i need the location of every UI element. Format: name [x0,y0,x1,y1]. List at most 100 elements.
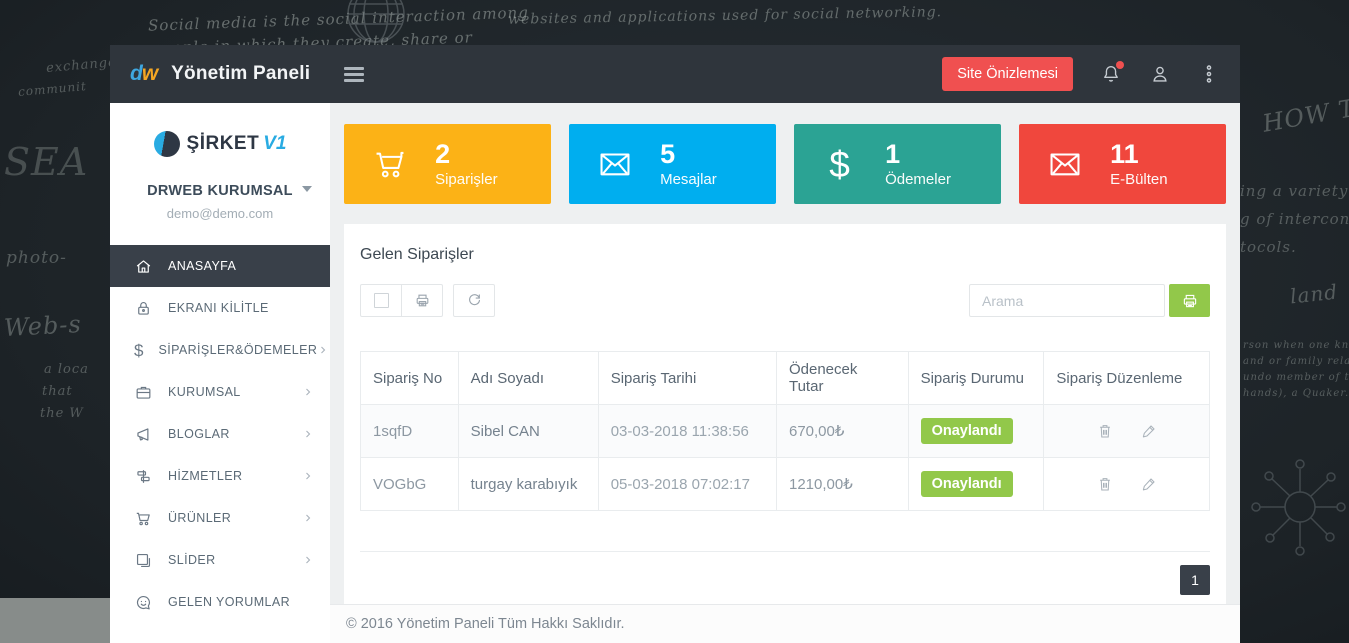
chalk-text: rson when one knows [1243,340,1349,351]
notifications-bell-icon[interactable] [1100,63,1122,85]
layers-icon [134,551,153,570]
chalk-text: that [42,384,73,399]
sidebar-item-ekrani-kilitle[interactable]: EKRANI KİLİTLE [110,287,330,329]
col-header-siparis-no: Sipariş No [361,352,459,405]
search-print-button[interactable] [1169,284,1210,317]
panel-title: Gelen Siparişler [360,246,1210,264]
edit-order-button[interactable] [1140,475,1158,493]
user-account-icon[interactable] [1149,63,1171,85]
col-header-siparis-tarihi: Sipariş Tarihi [598,352,776,405]
order-customer: turgay karabıyık [458,458,598,511]
stat-value: 1 [885,140,951,168]
chevron-right-icon [302,512,314,524]
sidebar-item-label: ANASAYFA [168,259,236,273]
table-row: 1sqfD Sibel CAN 03-03-2018 11:38:56 670,… [361,405,1210,458]
pagination: 1 [360,565,1210,595]
sidebar-item-label: SLİDER [168,553,216,567]
stat-card-mesajlar[interactable]: 5 Mesajlar [569,124,776,204]
sidebar-item-label: SİPARİŞLER&ÖDEMELER [158,343,317,357]
sidebar-item-slider[interactable]: SLİDER [110,539,330,581]
sidebar-item-label: EKRANI KİLİTLE [168,301,269,315]
chalk-text: communit [18,79,88,99]
company-logo-mark [154,131,180,157]
chalk-text: undo member of the [1243,372,1349,383]
chalk-text: ing a variety of [1240,182,1349,200]
table-header-row: Sipariş No Adı Soyadı Sipariş Tarihi Öde… [361,352,1210,405]
caret-down-icon [302,186,312,192]
edit-order-button[interactable] [1140,422,1158,440]
sidebar-item-hizmetler[interactable]: HİZMETLER [110,455,330,497]
refresh-icon [466,292,483,309]
admin-panel-window: dw Yönetim Paneli Site Önizlemesi [110,45,1240,643]
site-preview-button[interactable]: Site Önizlemesi [942,57,1073,91]
chalk-text: g of interconnected [1240,210,1349,228]
order-no: VOGbG [361,458,459,511]
home-icon [134,257,153,276]
sidebar: ŞİRKET V1 DRWEB KURUMSAL demo@demo.com A… [110,103,330,643]
chevron-right-icon [302,554,314,566]
chalk-text: hands), a Quaker. [1243,388,1349,399]
sidebar-item-anasayfa[interactable]: ANASAYFA [110,245,330,287]
orders-toolbar [360,284,1210,317]
chalk-text: websites and applications used for socia… [508,4,942,28]
stat-value: 11 [1110,140,1168,168]
orders-panel: Gelen Siparişler [344,224,1226,619]
stat-label: Mesajlar [660,171,717,188]
sidebar-item-bloglar[interactable]: BLOGLAR [110,413,330,455]
main-content: 2Siparişler 5 Mesajlar $ 1 Ödemeler 11 [330,103,1240,643]
col-header-siparis-duzenleme: Sipariş Düzenleme [1044,352,1210,405]
sidebar-item-gelen-yorumlar[interactable]: GELEN YORUMLAR [110,581,330,623]
sidebar-menu: ANASAYFA EKRANI KİLİTLE $ SİPARİŞLER&ÖDE… [110,245,330,623]
app-title: Yönetim Paneli [171,63,310,85]
chalk-text: exchange [45,55,117,76]
search-input[interactable] [969,284,1165,317]
lock-icon [134,299,153,318]
cart-icon [134,509,153,528]
stat-value: 5 [660,140,717,168]
account-dropdown[interactable]: DRWEB KURUMSAL demo@demo.com [110,183,330,221]
comment-smile-icon [134,593,153,612]
col-header-adi-soyadi: Adı Soyadı [458,352,598,405]
chalk-text: SEA [4,140,88,184]
sidebar-item-label: HİZMETLER [168,469,242,483]
status-badge: Onaylandı [921,471,1013,497]
checkbox[interactable] [374,293,389,308]
briefcase-icon [134,383,153,402]
stat-card-siparisler[interactable]: 2Siparişler [344,124,551,204]
refresh-button[interactable] [453,284,495,317]
menu-toggle-icon[interactable] [340,60,368,89]
company-logo-text: ŞİRKET [187,133,260,155]
sidebar-item-siparisler-odemeler[interactable]: $ SİPARİŞLER&ÖDEMELER [110,329,330,371]
megaphone-icon [134,425,153,444]
company-logo-version: V1 [263,133,286,155]
trash-icon [1096,422,1114,440]
page-button-1[interactable]: 1 [1180,565,1210,595]
delete-order-button[interactable] [1096,422,1114,440]
order-no: 1sqfD [361,405,459,458]
sidebar-item-label: KURUMSAL [168,385,241,399]
stat-cards: 2Siparişler 5 Mesajlar $ 1 Ödemeler 11 [330,103,1240,204]
signpost-icon [134,467,153,486]
sidebar-item-label: ÜRÜNLER [168,511,231,525]
stat-label: Ödemeler [885,171,951,188]
dollar-icon: $ [794,146,885,183]
order-amount: 1210,00₺ [776,458,908,511]
sidebar-item-urunler[interactable]: ÜRÜNLER [110,497,330,539]
notification-badge-dot [1116,61,1124,69]
brand-logo: dw [130,62,157,86]
status-badge: Onaylandı [921,418,1013,444]
orders-table: Sipariş No Adı Soyadı Sipariş Tarihi Öde… [360,351,1210,511]
delete-order-button[interactable] [1096,475,1114,493]
order-date: 05-03-2018 07:02:17 [598,458,776,511]
panel-divider [360,551,1210,552]
stat-card-ebulten[interactable]: 11E-Bülten [1019,124,1226,204]
order-amount: 670,00₺ [776,405,908,458]
print-button[interactable] [401,284,443,317]
chevron-right-icon [302,386,314,398]
company-logo: ŞİRKET V1 [110,131,330,157]
sidebar-item-kurumsal[interactable]: KURUMSAL [110,371,330,413]
chevron-right-icon [302,470,314,482]
more-options-dots-icon[interactable] [1198,63,1220,85]
stat-card-odemeler[interactable]: $ 1 Ödemeler [794,124,1001,204]
select-all-button[interactable] [360,284,402,317]
